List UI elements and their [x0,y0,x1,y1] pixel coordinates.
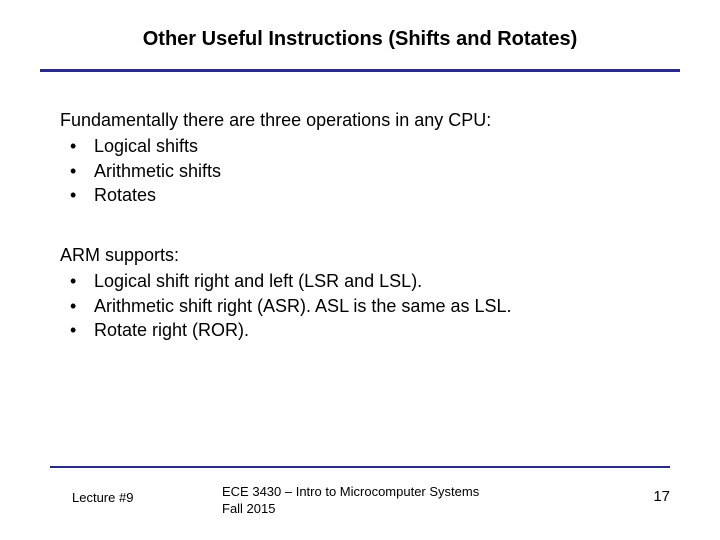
bullet-icon: • [70,134,94,158]
bullet-text: Logical shifts [94,134,660,158]
footer-course: ECE 3430 – Intro to Microcomputer System… [222,484,610,518]
page-number: 17 [610,484,670,505]
footer-course-line1: ECE 3430 – Intro to Microcomputer System… [222,484,610,501]
list-item: • Rotate right (ROR). [60,318,660,342]
section1-intro: Fundamentally there are three operations… [60,108,660,132]
bullet-icon: • [70,318,94,342]
bullet-icon: • [70,294,94,318]
slide-footer: Lecture #9 ECE 3430 – Intro to Microcomp… [0,484,720,518]
bullet-icon: • [70,269,94,293]
footer-course-line2: Fall 2015 [222,501,610,518]
list-item: • Arithmetic shift right (ASR). ASL is t… [60,294,660,318]
list-item: • Arithmetic shifts [60,159,660,183]
section-arm-supports: ARM supports: • Logical shift right and … [60,243,660,342]
bullet-icon: • [70,183,94,207]
bullet-text: Arithmetic shifts [94,159,660,183]
list-item: • Logical shifts [60,134,660,158]
list-item: • Rotates [60,183,660,207]
slide-body: Fundamentally there are three operations… [0,72,720,342]
slide-title: Other Useful Instructions (Shifts and Ro… [143,28,577,51]
bullet-icon: • [70,159,94,183]
list-item: • Logical shift right and left (LSR and … [60,269,660,293]
bullet-text: Rotate right (ROR). [94,318,660,342]
footer-lecture: Lecture #9 [72,484,222,505]
section-fundamentals: Fundamentally there are three operations… [60,108,660,207]
bullet-text: Arithmetic shift right (ASR). ASL is the… [94,294,660,318]
footer-divider [50,466,670,468]
section2-intro: ARM supports: [60,243,660,267]
bullet-text: Rotates [94,183,660,207]
bullet-text: Logical shift right and left (LSR and LS… [94,269,660,293]
